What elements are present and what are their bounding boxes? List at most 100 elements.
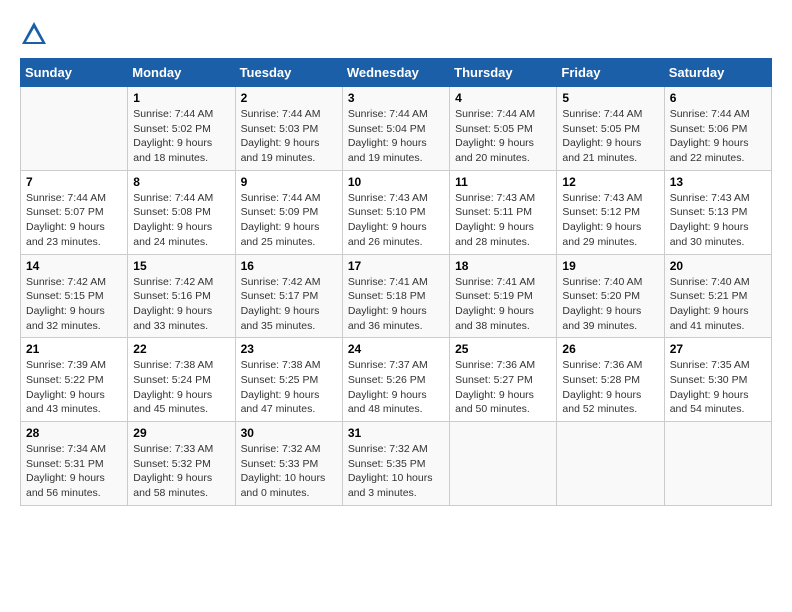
calendar-cell: 12 Sunrise: 7:43 AMSunset: 5:12 PMDayligh… — [557, 170, 664, 254]
day-info: Sunrise: 7:41 AMSunset: 5:19 PMDaylight:… — [455, 275, 551, 334]
day-number: 29 — [133, 426, 229, 440]
calendar-cell: 5 Sunrise: 7:44 AMSunset: 5:05 PMDaylight… — [557, 87, 664, 171]
day-number: 16 — [241, 259, 337, 273]
page-header — [20, 20, 772, 48]
calendar-cell: 14Sunrise: 7:42 AMSunset: 5:15 PMDayligh… — [21, 254, 128, 338]
day-info: Sunrise: 7:37 AMSunset: 5:26 PMDaylight:… — [348, 358, 444, 417]
calendar-table: SundayMondayTuesdayWednesdayThursdayFrid… — [20, 58, 772, 506]
day-info: Sunrise: 7:43 AMSunset: 5:11 PMDaylight:… — [455, 191, 551, 250]
day-info: Sunrise: 7:33 AMSunset: 5:32 PMDaylight:… — [133, 442, 229, 501]
day-number: 24 — [348, 342, 444, 356]
day-info: Sunrise: 7:44 AMSunset: 5:05 PMDaylight:… — [562, 107, 658, 166]
calendar-cell: 26 Sunrise: 7:36 AMSunset: 5:28 PMDayligh… — [557, 338, 664, 422]
day-number: 9 — [241, 175, 337, 189]
day-number: 2 — [241, 91, 337, 105]
calendar-cell — [21, 87, 128, 171]
calendar-week-row: 7 Sunrise: 7:44 AMSunset: 5:07 PMDaylight… — [21, 170, 772, 254]
day-number: 22 — [133, 342, 229, 356]
day-info: Sunrise: 7:35 AMSunset: 5:30 PMDaylight:… — [670, 358, 766, 417]
calendar-header-row: SundayMondayTuesdayWednesdayThursdayFrid… — [21, 59, 772, 87]
calendar-cell: 18 Sunrise: 7:41 AMSunset: 5:19 PMDayligh… — [450, 254, 557, 338]
day-info: Sunrise: 7:44 AMSunset: 5:04 PMDaylight:… — [348, 107, 444, 166]
calendar-cell: 9 Sunrise: 7:44 AMSunset: 5:09 PMDaylight… — [235, 170, 342, 254]
calendar-cell: 30 Sunrise: 7:32 AMSunset: 5:33 PMDayligh… — [235, 422, 342, 506]
calendar-cell: 22 Sunrise: 7:38 AMSunset: 5:24 PMDayligh… — [128, 338, 235, 422]
day-info: Sunrise: 7:43 AMSunset: 5:13 PMDaylight:… — [670, 191, 766, 250]
day-info: Sunrise: 7:44 AMSunset: 5:06 PMDaylight:… — [670, 107, 766, 166]
calendar-cell: 16 Sunrise: 7:42 AMSunset: 5:17 PMDayligh… — [235, 254, 342, 338]
day-info: Sunrise: 7:36 AMSunset: 5:27 PMDaylight:… — [455, 358, 551, 417]
day-number: 25 — [455, 342, 551, 356]
day-info: Sunrise: 7:42 AMSunset: 5:16 PMDaylight:… — [133, 275, 229, 334]
day-info: Sunrise: 7:34 AMSunset: 5:31 PMDaylight:… — [26, 442, 122, 501]
calendar-cell: 15 Sunrise: 7:42 AMSunset: 5:16 PMDayligh… — [128, 254, 235, 338]
calendar-cell — [664, 422, 771, 506]
calendar-week-row: 14Sunrise: 7:42 AMSunset: 5:15 PMDayligh… — [21, 254, 772, 338]
day-number: 7 — [26, 175, 122, 189]
calendar-cell: 6 Sunrise: 7:44 AMSunset: 5:06 PMDaylight… — [664, 87, 771, 171]
day-number: 18 — [455, 259, 551, 273]
column-header-tuesday: Tuesday — [235, 59, 342, 87]
calendar-cell: 19 Sunrise: 7:40 AMSunset: 5:20 PMDayligh… — [557, 254, 664, 338]
calendar-cell: 31Sunrise: 7:32 AMSunset: 5:35 PMDayligh… — [342, 422, 449, 506]
calendar-week-row: 1Sunrise: 7:44 AMSunset: 5:02 PMDaylight… — [21, 87, 772, 171]
day-info: Sunrise: 7:42 AMSunset: 5:17 PMDaylight:… — [241, 275, 337, 334]
calendar-cell: 7 Sunrise: 7:44 AMSunset: 5:07 PMDaylight… — [21, 170, 128, 254]
day-info: Sunrise: 7:41 AMSunset: 5:18 PMDaylight:… — [348, 275, 444, 334]
column-header-saturday: Saturday — [664, 59, 771, 87]
day-number: 28 — [26, 426, 122, 440]
column-header-thursday: Thursday — [450, 59, 557, 87]
day-info: Sunrise: 7:40 AMSunset: 5:21 PMDaylight:… — [670, 275, 766, 334]
day-number: 10 — [348, 175, 444, 189]
calendar-cell: 1Sunrise: 7:44 AMSunset: 5:02 PMDaylight… — [128, 87, 235, 171]
day-number: 4 — [455, 91, 551, 105]
calendar-cell: 17 Sunrise: 7:41 AMSunset: 5:18 PMDayligh… — [342, 254, 449, 338]
calendar-cell: 4 Sunrise: 7:44 AMSunset: 5:05 PMDaylight… — [450, 87, 557, 171]
calendar-cell: 23 Sunrise: 7:38 AMSunset: 5:25 PMDayligh… — [235, 338, 342, 422]
day-info: Sunrise: 7:42 AMSunset: 5:15 PMDaylight:… — [26, 275, 122, 334]
day-info: Sunrise: 7:43 AMSunset: 5:10 PMDaylight:… — [348, 191, 444, 250]
day-number: 21 — [26, 342, 122, 356]
day-number: 13 — [670, 175, 766, 189]
calendar-cell: 24 Sunrise: 7:37 AMSunset: 5:26 PMDayligh… — [342, 338, 449, 422]
calendar-cell: 11Sunrise: 7:43 AMSunset: 5:11 PMDayligh… — [450, 170, 557, 254]
day-number: 30 — [241, 426, 337, 440]
day-number: 1 — [133, 91, 229, 105]
day-info: Sunrise: 7:44 AMSunset: 5:07 PMDaylight:… — [26, 191, 122, 250]
day-number: 12 — [562, 175, 658, 189]
day-number: 15 — [133, 259, 229, 273]
calendar-cell: 21 Sunrise: 7:39 AMSunset: 5:22 PMDayligh… — [21, 338, 128, 422]
calendar-cell: 2 Sunrise: 7:44 AMSunset: 5:03 PMDaylight… — [235, 87, 342, 171]
day-number: 3 — [348, 91, 444, 105]
day-info: Sunrise: 7:38 AMSunset: 5:25 PMDaylight:… — [241, 358, 337, 417]
calendar-cell: 3 Sunrise: 7:44 AMSunset: 5:04 PMDaylight… — [342, 87, 449, 171]
calendar-cell — [450, 422, 557, 506]
logo-icon — [20, 20, 48, 48]
day-info: Sunrise: 7:44 AMSunset: 5:09 PMDaylight:… — [241, 191, 337, 250]
day-info: Sunrise: 7:39 AMSunset: 5:22 PMDaylight:… — [26, 358, 122, 417]
day-info: Sunrise: 7:38 AMSunset: 5:24 PMDaylight:… — [133, 358, 229, 417]
column-header-sunday: Sunday — [21, 59, 128, 87]
day-info: Sunrise: 7:36 AMSunset: 5:28 PMDaylight:… — [562, 358, 658, 417]
calendar-cell: 20Sunrise: 7:40 AMSunset: 5:21 PMDayligh… — [664, 254, 771, 338]
day-info: Sunrise: 7:43 AMSunset: 5:12 PMDaylight:… — [562, 191, 658, 250]
day-info: Sunrise: 7:32 AMSunset: 5:35 PMDaylight:… — [348, 442, 444, 501]
calendar-week-row: 28 Sunrise: 7:34 AMSunset: 5:31 PMDayligh… — [21, 422, 772, 506]
day-info: Sunrise: 7:40 AMSunset: 5:20 PMDaylight:… — [562, 275, 658, 334]
day-number: 27 — [670, 342, 766, 356]
day-number: 19 — [562, 259, 658, 273]
day-number: 23 — [241, 342, 337, 356]
day-info: Sunrise: 7:44 AMSunset: 5:03 PMDaylight:… — [241, 107, 337, 166]
calendar-cell: 8Sunrise: 7:44 AMSunset: 5:08 PMDaylight… — [128, 170, 235, 254]
day-info: Sunrise: 7:32 AMSunset: 5:33 PMDaylight:… — [241, 442, 337, 501]
calendar-cell: 10 Sunrise: 7:43 AMSunset: 5:10 PMDayligh… — [342, 170, 449, 254]
day-number: 26 — [562, 342, 658, 356]
day-number: 5 — [562, 91, 658, 105]
column-header-monday: Monday — [128, 59, 235, 87]
day-info: Sunrise: 7:44 AMSunset: 5:05 PMDaylight:… — [455, 107, 551, 166]
logo — [20, 20, 50, 48]
day-number: 6 — [670, 91, 766, 105]
calendar-cell: 27 Sunrise: 7:35 AMSunset: 5:30 PMDayligh… — [664, 338, 771, 422]
calendar-cell — [557, 422, 664, 506]
day-number: 17 — [348, 259, 444, 273]
